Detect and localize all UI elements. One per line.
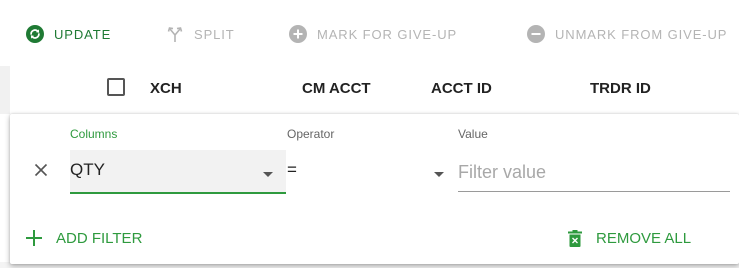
operator-select-value: = — [287, 160, 297, 179]
remove-all-button[interactable]: REMOVE ALL — [568, 228, 691, 248]
operator-label: Operator — [287, 127, 335, 141]
mark-for-give-up-label: MARK FOR GIVE-UP — [317, 26, 458, 42]
select-all-checkbox[interactable] — [107, 78, 125, 96]
columns-label: Columns — [70, 127, 118, 141]
sync-circle-icon — [26, 25, 44, 43]
plus-icon — [26, 230, 42, 246]
grid-header: XCH CM ACCT ACCT ID TRDR ID — [0, 66, 739, 114]
plus-circle-icon — [289, 25, 307, 43]
chevron-down-icon — [263, 172, 273, 177]
update-label: UPDATE — [54, 26, 112, 42]
toolbar: UPDATE SPLIT MARK FOR GIVE-UP UNMARK FRO… — [0, 0, 739, 66]
update-button[interactable]: UPDATE — [26, 22, 111, 46]
operator-select[interactable]: = — [286, 150, 450, 194]
column-header-acct-id[interactable]: ACCT ID — [431, 80, 492, 97]
add-filter-button[interactable]: ADD FILTER — [26, 228, 142, 248]
trash-icon — [568, 229, 582, 247]
row-gutter — [0, 66, 10, 114]
columns-select-value: QTY — [70, 160, 105, 179]
mark-for-give-up-button[interactable]: MARK FOR GIVE-UP — [289, 22, 457, 46]
column-header-exch[interactable]: XCH — [150, 80, 182, 97]
unmark-from-give-up-label: UNMARK FROM GIVE-UP — [555, 26, 728, 42]
remove-all-label: REMOVE ALL — [596, 229, 692, 247]
column-header-cm-acct[interactable]: CM ACCT — [302, 80, 371, 97]
unmark-from-give-up-button[interactable]: UNMARK FROM GIVE-UP — [527, 22, 727, 46]
minus-circle-icon — [527, 25, 545, 43]
column-header-trdr-id[interactable]: TRDR ID — [590, 80, 651, 97]
remove-filter-button[interactable] — [30, 161, 52, 183]
chevron-down-icon — [434, 172, 444, 177]
split-arrows-icon — [166, 25, 184, 43]
columns-select[interactable]: QTY — [70, 150, 286, 194]
split-button[interactable]: SPLIT — [166, 22, 235, 46]
add-filter-label: ADD FILTER — [56, 229, 143, 247]
filter-value-input[interactable] — [458, 154, 730, 192]
split-label: SPLIT — [194, 26, 235, 42]
close-icon — [34, 163, 48, 182]
value-label: Value — [458, 127, 488, 141]
